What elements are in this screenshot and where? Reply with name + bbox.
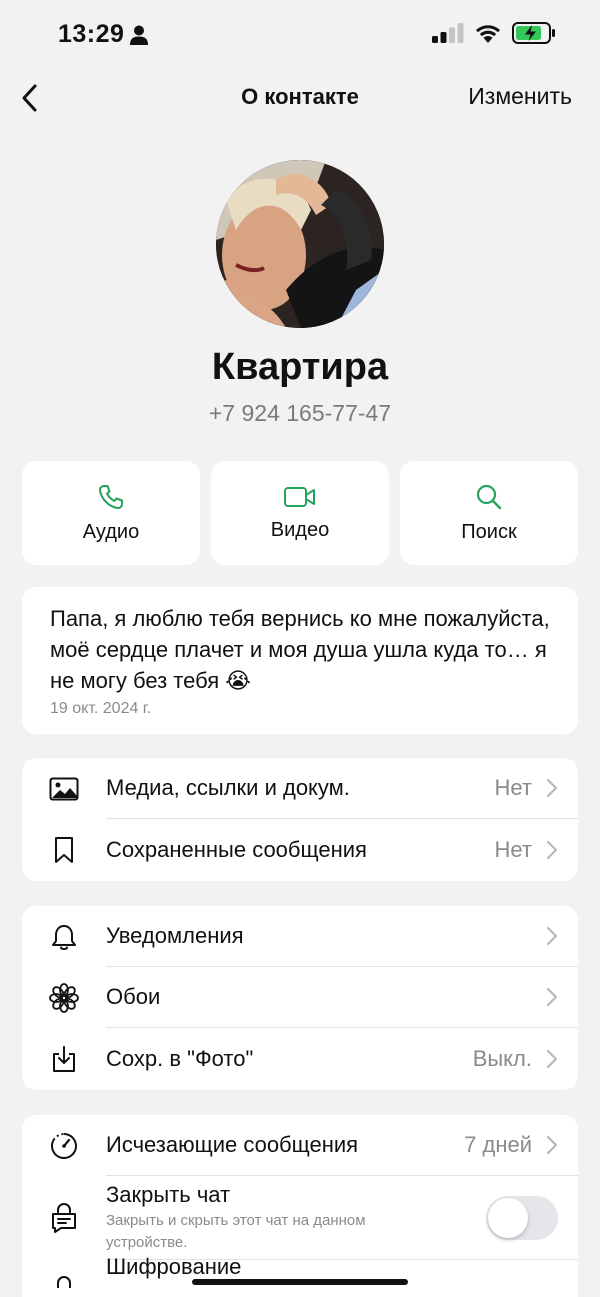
download-icon [53,1045,75,1072]
signal-icon [432,23,464,43]
phone-icon [99,484,123,509]
edit-button[interactable]: Изменить [468,83,572,110]
contact-phone[interactable]: +7 924 165-77-47 [0,400,600,427]
avatar-photo [216,160,384,328]
person-icon [130,25,148,45]
chevron-right-icon [546,778,558,798]
privacy-section: Исчезающие сообщения 7 дней Закрыть чат … [22,1115,578,1297]
media-links-docs-value: Нет [494,775,532,800]
media-links-docs-row[interactable]: Медиа, ссылки и докум. Нет [22,758,578,819]
lock-chat-label: Закрыть чат [106,1181,231,1207]
bookmark-icon [55,836,73,863]
media-section: Медиа, ссылки и докум. Нет Сохраненные с… [22,758,578,881]
lock-chat-toggle[interactable] [486,1195,558,1240]
wallpaper-label: Обои [106,984,161,1009]
chevron-right-icon [546,1049,558,1068]
video-label: Видео [270,518,330,541]
wifi-icon [476,25,500,43]
encryption-label: Шифрование [106,1254,242,1279]
wallpaper-row[interactable]: Обои [22,967,578,1028]
chevron-right-icon [546,926,558,946]
timer-icon [51,1132,77,1159]
contact-name: Квартира [211,346,389,388]
saved-messages-row[interactable]: Сохраненные сообщения Нет [22,819,578,880]
home-indicator[interactable] [192,1279,408,1285]
image-icon [49,777,79,800]
settings-section: Уведомления Обои Сохр. в "Фото" Выкл. [22,906,578,1090]
save-to-photos-row[interactable]: Сохр. в "Фото" Выкл. [22,1028,578,1089]
audio-label: Аудио [82,520,140,543]
search-icon [476,484,502,509]
status-bar: 13:29 [0,0,600,70]
saved-messages-label: Сохраненные сообщения [106,836,367,862]
lock-icon [57,1276,71,1288]
save-to-photos-label: Сохр. в "Фото" [106,1045,254,1071]
nav-bar: О контакте Изменить [0,70,600,126]
disappearing-messages-label: Исчезающие сообщения [106,1132,359,1157]
media-links-docs-label: Медиа, ссылки и докум. [106,775,350,800]
avatar[interactable] [216,160,384,328]
lock-chat-icon [52,1203,76,1233]
status-time: 13:29 [58,20,125,48]
about-date: 19 окт. 2024 г. [50,700,152,717]
chevron-right-icon [546,987,558,1007]
about-card: Папа, я люблю тебя вернись ко мне пожалу… [22,587,578,734]
video-icon [284,486,315,507]
back-button[interactable] [14,80,44,116]
chevron-right-icon [546,840,558,859]
about-text: Папа, я люблю тебя вернись ко мне пожалу… [50,606,550,693]
lock-chat-row: Закрыть чат Закрыть и скрыть этот чат на… [22,1176,578,1260]
flower-icon [49,982,79,1013]
battery-icon [512,22,555,44]
chevron-left-icon [22,84,37,112]
status-indicators [432,22,556,44]
chevron-right-icon [546,1135,558,1155]
search-button[interactable]: Поиск [400,461,578,565]
notifications-label: Уведомления [106,923,244,948]
save-to-photos-value: Выкл. [472,1045,532,1071]
toggle-knob [488,1197,528,1238]
search-label: Поиск [461,520,517,543]
video-call-button[interactable]: Видео [211,461,389,565]
lock-chat-sublabel: Закрыть и скрыть этот чат на данном устр… [106,1211,366,1251]
bell-icon [52,924,76,950]
notifications-row[interactable]: Уведомления [22,906,578,967]
saved-messages-value: Нет [494,836,532,862]
disappearing-messages-row[interactable]: Исчезающие сообщения 7 дней [22,1115,578,1176]
disappearing-messages-value: 7 дней [464,1132,532,1157]
audio-call-button[interactable]: Аудио [22,461,200,565]
action-buttons: Аудио Видео Поиск [22,461,578,565]
